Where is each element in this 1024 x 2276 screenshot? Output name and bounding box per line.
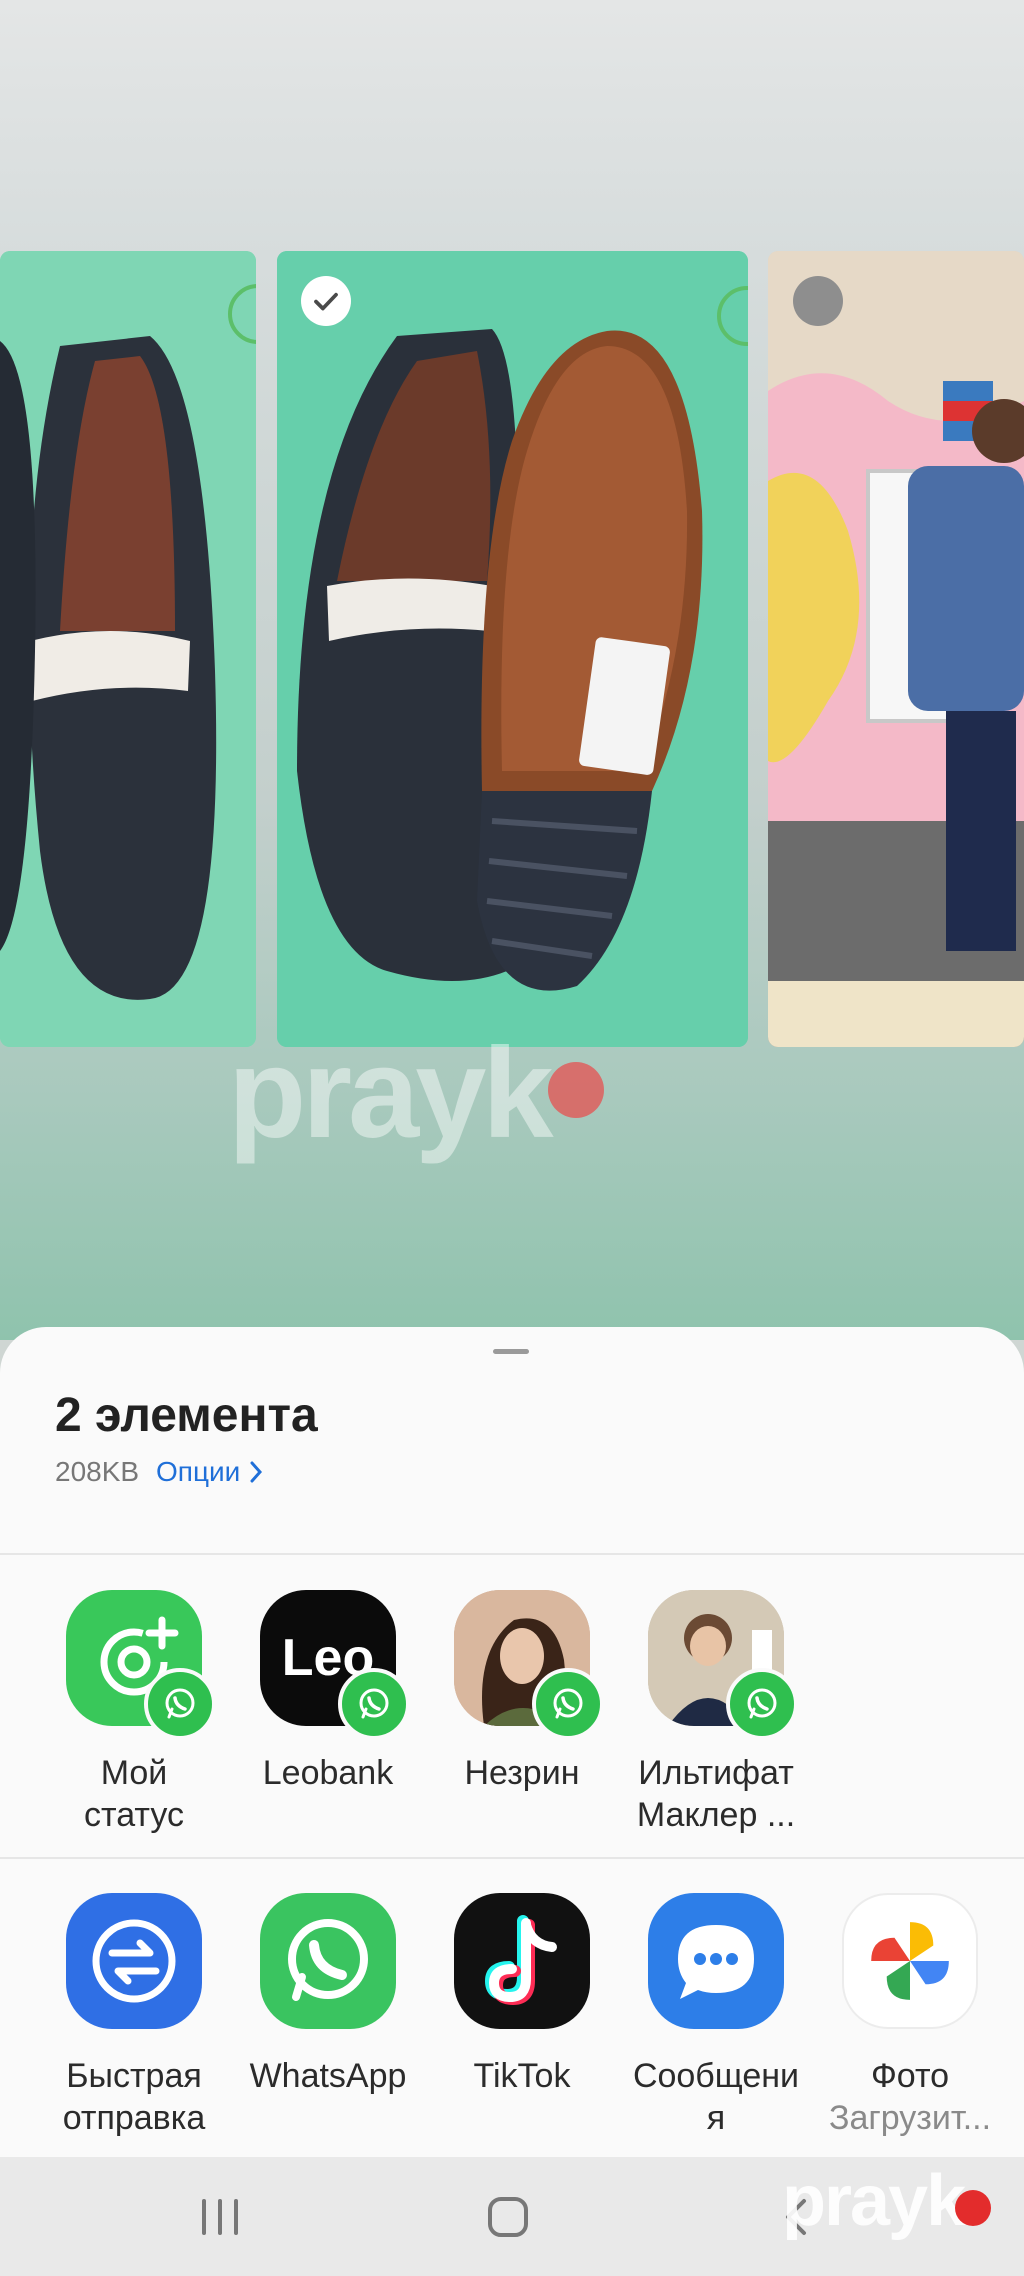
direct-share-nezrin[interactable]: Незрин (427, 1590, 617, 1794)
recent-apps-icon[interactable] (196, 2195, 244, 2244)
drag-handle[interactable] (493, 1349, 529, 1354)
direct-share-leobank[interactable]: Leo Leobank (233, 1590, 423, 1794)
selected-check-icon[interactable] (301, 276, 351, 326)
whatsapp-badge-icon (144, 1668, 216, 1740)
watermark-text: prayk (228, 1022, 554, 1165)
whatsapp-badge-icon (532, 1668, 604, 1740)
quick-share-icon (66, 1893, 202, 2029)
app-messages[interactable]: Сообщени я (621, 1893, 811, 2139)
app-quick-share[interactable]: Быстрая отправка (39, 1893, 229, 2139)
messages-icon (648, 1893, 784, 2029)
watermark-text: prayk (782, 2161, 966, 2241)
home-icon[interactable] (486, 2195, 530, 2244)
photo-thumbnail-shoe-sole[interactable] (277, 251, 748, 1047)
tiktok-icon (454, 1893, 590, 2029)
whatsapp-icon (260, 1893, 396, 2029)
share-label-line1: TikTok (473, 2057, 571, 2095)
share-label-line1: WhatsApp (249, 2057, 407, 2095)
options-link[interactable]: Опции (156, 1456, 264, 1488)
share-label-line2: статус (84, 1796, 184, 1834)
app-google-photos[interactable]: Фото Загрузит... (815, 1893, 1005, 2139)
options-label: Опции (156, 1456, 241, 1487)
share-label-line2: отправка (62, 2099, 206, 2137)
photo-thumbnail-shoe-top[interactable] (0, 251, 256, 1047)
section-divider (0, 1553, 1024, 1555)
share-label-line2: я (706, 2099, 726, 2137)
unselected-checkbox[interactable] (793, 276, 843, 326)
google-photos-icon (842, 1893, 978, 2029)
share-label-line2: Маклер ... (636, 1796, 796, 1834)
watermark-dot (548, 1062, 604, 1118)
direct-share-iltifat[interactable]: Ильтифат Маклер ... (621, 1590, 811, 1836)
share-label-line1: Мой (100, 1754, 168, 1792)
sheet-title: 2 элемента (55, 1389, 318, 1442)
app-tiktok[interactable]: TikTok (427, 1893, 617, 2097)
share-label-line1: Ильтифат (638, 1754, 794, 1792)
watermark-dot (955, 2190, 991, 2226)
share-label-line1: Фото (870, 2057, 950, 2095)
whatsapp-badge-icon (726, 1668, 798, 1740)
total-size: 208KB (55, 1456, 140, 1487)
section-divider (0, 1857, 1024, 1859)
photo-thumbnail-person[interactable] (768, 251, 1024, 1047)
direct-share-my-status[interactable]: Мой статус (39, 1590, 229, 1836)
chevron-right-icon (248, 1456, 264, 1487)
share-label-line1: Незрин (464, 1754, 580, 1792)
share-label-line1: Сообщени (632, 2057, 800, 2095)
whatsapp-badge-icon (338, 1668, 410, 1740)
share-label-line2: Загрузит... (828, 2099, 992, 2137)
app-whatsapp[interactable]: WhatsApp (233, 1893, 423, 2097)
share-label-line1: Leobank (262, 1754, 394, 1792)
share-label-line1: Быстрая (66, 2057, 202, 2095)
